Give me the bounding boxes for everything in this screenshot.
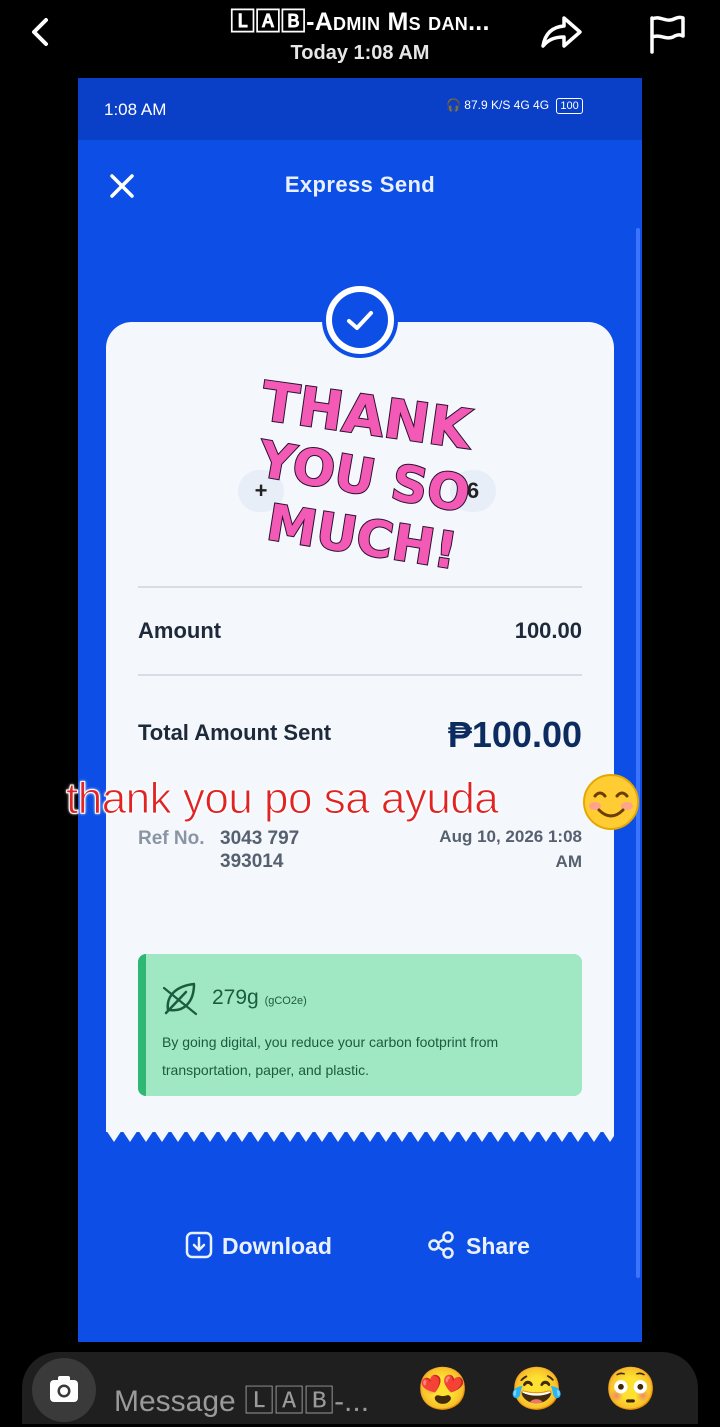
caption-overlay: thank you po sa ayuda: [65, 774, 499, 824]
battery-level: 100: [556, 98, 583, 114]
thank-you-sticker: THANK YOU SO MUCH!: [252, 378, 478, 578]
receipt-torn-edge: [106, 1130, 614, 1142]
date-line-1: Aug 10, 2026 1:08: [439, 827, 582, 846]
reaction-joy[interactable]: 😂: [510, 1362, 564, 1416]
scrollbar[interactable]: [636, 228, 640, 1278]
download-label: Download: [222, 1233, 332, 1259]
status-time: 1:08 AM: [104, 100, 167, 119]
ref-label: Ref No.: [138, 828, 205, 849]
leaf-icon: [162, 982, 198, 1016]
forward-icon[interactable]: [538, 12, 586, 52]
divider: [138, 586, 582, 588]
success-badge: [322, 282, 398, 358]
headphones-icon: 🎧: [446, 98, 461, 112]
conversation-title: 🄻🄰🄱-Admin Ms dan...: [230, 8, 490, 36]
ref-number-line-1: 3043 797: [220, 828, 300, 849]
download-icon: [185, 1231, 213, 1259]
carbon-unit: (gCO2e): [264, 995, 307, 1007]
camera-button[interactable]: [32, 1358, 96, 1422]
ref-number-line-2: 393014: [220, 851, 284, 872]
screen-title: Express Send: [284, 172, 436, 197]
reaction-heart-eyes[interactable]: 😍: [416, 1362, 470, 1416]
carbon-description: By going digital, you reduce your carbon…: [162, 1034, 499, 1078]
carbon-amount-value: 279g: [212, 986, 259, 1009]
share-icon: [428, 1231, 454, 1259]
back-icon[interactable]: [22, 14, 58, 50]
message-composer: Message 🄻🄰🄱-... 😍 😂 😳: [22, 1352, 698, 1424]
signal-label: 4G 4G: [513, 98, 550, 112]
download-button[interactable]: Download: [184, 1230, 332, 1260]
total-label: Total Amount Sent: [138, 720, 332, 745]
network-speed: 87.9 K/S: [464, 98, 511, 112]
flag-icon[interactable]: [646, 12, 688, 54]
carbon-amount: 279g (gCO2e): [212, 986, 307, 1010]
smiling-face-icon: [583, 774, 639, 830]
conversation-title-block[interactable]: 🄻🄰🄱-Admin Ms dan... Today 1:08 AM: [150, 2, 570, 65]
share-button[interactable]: Share: [426, 1230, 530, 1260]
amount-label: Amount: [138, 618, 222, 643]
phone-status-bar: 1:08 AM 🎧 87.9 K/S 4G 4G 100: [78, 78, 642, 140]
date-line-2: AM: [555, 852, 582, 871]
camera-icon: [50, 1376, 78, 1402]
shared-screenshot[interactable]: 1:08 AM 🎧 87.9 K/S 4G 4G 100 Express Sen…: [78, 78, 642, 1342]
success-badge-fill: [332, 292, 388, 348]
share-label: Share: [466, 1233, 530, 1259]
amount-value: 100.00: [514, 618, 582, 643]
reaction-flushed[interactable]: 😳: [604, 1362, 658, 1416]
message-input[interactable]: Message 🄻🄰🄱-...: [114, 1376, 369, 1420]
status-indicators: 🎧 87.9 K/S 4G 4G 100: [446, 98, 583, 114]
viewer-header: 🄻🄰🄱-Admin Ms dan... Today 1:08 AM: [0, 0, 720, 78]
total-value: ₱100.00: [447, 714, 582, 755]
timestamp: Today 1:08 AM: [290, 42, 430, 64]
carbon-accent-bar: [138, 954, 146, 1096]
carbon-info-card: 279g (gCO2e) By going digital, you reduc…: [138, 954, 582, 1096]
divider: [138, 674, 582, 676]
check-icon: [347, 311, 373, 330]
